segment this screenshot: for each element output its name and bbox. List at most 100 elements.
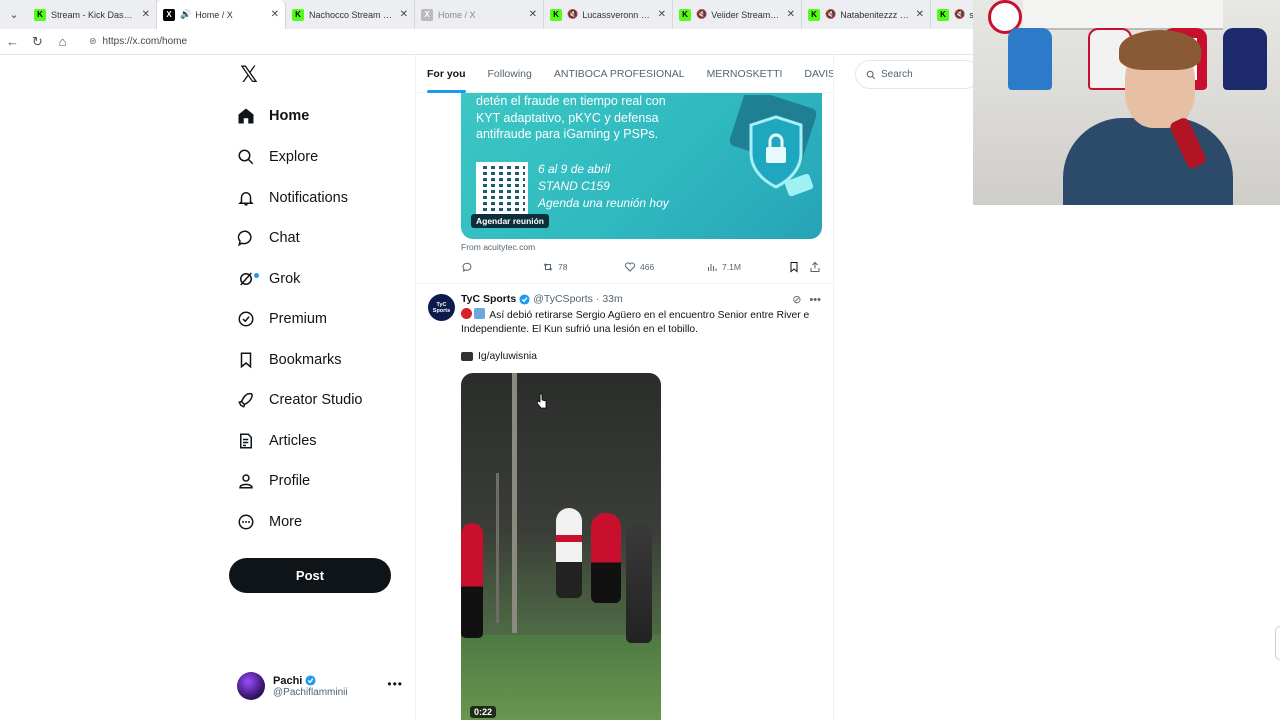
ad-source[interactable]: From acuitytec.com xyxy=(461,242,535,252)
muted-speaker-icon[interactable]: 🔇 xyxy=(825,9,836,20)
tab-following[interactable]: Following xyxy=(477,55,543,93)
verified-badge-icon xyxy=(237,310,255,328)
tweet-divider xyxy=(416,283,833,284)
tab-title: Veiider Stream - Watch xyxy=(711,9,780,20)
sidebar-item-premium[interactable]: Premium xyxy=(237,304,327,334)
tweet-timestamp[interactable]: · 33m xyxy=(596,293,623,305)
browser-window: ⌄ K Stream - Kick Dashboard ✕ X 🔊 Home /… xyxy=(0,0,1280,720)
site-info-icon[interactable]: ⊜ xyxy=(89,36,97,47)
video-frame-player xyxy=(556,508,582,598)
sidebar-item-grok[interactable]: Grok xyxy=(237,264,300,294)
account-handle: @Pachiflamminii xyxy=(273,686,348,698)
bell-icon xyxy=(237,189,255,207)
sidebar-item-bookmarks[interactable]: Bookmarks xyxy=(237,345,342,375)
muted-speaker-icon[interactable]: 🔇 xyxy=(567,9,578,20)
account-switcher[interactable]: Pachi @Pachiflamminii ••• xyxy=(237,671,409,701)
share-button[interactable] xyxy=(809,261,825,273)
tab-home-x-2[interactable]: X Home / X ✕ xyxy=(415,0,544,29)
video-duration: 0:22 xyxy=(470,706,497,718)
reply-button[interactable] xyxy=(461,261,477,273)
video-frame-player xyxy=(591,513,621,603)
reload-icon[interactable]: ↻ xyxy=(25,34,50,50)
speaker-icon[interactable]: 🔊 xyxy=(180,9,191,20)
muted-speaker-icon[interactable]: 🔇 xyxy=(696,9,707,20)
back-arrow-icon[interactable]: ← xyxy=(0,34,25,49)
scroll-handle[interactable] xyxy=(1275,626,1280,660)
verified-badge-icon xyxy=(519,293,530,305)
sidebar-item-label: More xyxy=(269,514,303,530)
close-icon[interactable]: ✕ xyxy=(529,9,537,20)
sidebar-item-chat[interactable]: Chat xyxy=(237,223,300,253)
tab-home-x[interactable]: X 🔊 Home / X ✕ xyxy=(157,0,286,29)
tab-nachocco[interactable]: K Nachocco Stream - Watch ✕ xyxy=(286,0,415,29)
tab-list-davis[interactable]: DAVIS xyxy=(793,55,833,93)
analytics-icon xyxy=(708,264,717,271)
ad-image[interactable]: detén el fraude en tiempo real con KYT a… xyxy=(461,93,822,239)
tab-natabenitezzz[interactable]: K 🔇 Natabenitezzz Stream ✕ xyxy=(802,0,931,29)
tab-list-antiboca[interactable]: ANTIBOCA PROFESIONAL xyxy=(543,55,696,93)
tweet-video[interactable]: 0:22 xyxy=(461,373,661,720)
avatar xyxy=(237,672,265,700)
more-horizontal-icon[interactable]: ••• xyxy=(387,677,403,691)
search-input[interactable]: Search xyxy=(855,60,980,89)
sidebar-item-home[interactable]: Home xyxy=(237,101,309,131)
qr-code-icon xyxy=(476,162,528,214)
navigation-bar: ← ↻ ⌂ ⊜ https://x.com/home xyxy=(0,29,975,55)
search-placeholder: Search xyxy=(881,69,913,80)
tab-title: Nachocco Stream - Watch xyxy=(309,9,394,20)
sidebar-item-more[interactable]: More xyxy=(237,507,302,537)
close-icon[interactable]: ✕ xyxy=(787,9,795,20)
feed-tabs: For you Following ANTIBOCA PROFESIONAL M… xyxy=(416,55,833,93)
sidebar-item-label: Chat xyxy=(269,230,300,246)
sidebar-item-label: Explore xyxy=(269,149,319,165)
ad-text-line: KYT adaptativo, pKYC y defensa xyxy=(476,110,659,125)
article-icon xyxy=(237,432,255,450)
chat-icon xyxy=(237,229,255,247)
ad-text-line: antifraude para iGaming y PSPs. xyxy=(476,127,659,141)
tab-veiider[interactable]: K 🔇 Veiider Stream - Watch ✕ xyxy=(673,0,802,29)
ad-cta-button[interactable]: Agendar reunión xyxy=(471,214,550,228)
webcam-person-hair xyxy=(1119,30,1201,70)
close-icon[interactable]: ✕ xyxy=(916,9,924,20)
close-icon[interactable]: ✕ xyxy=(400,9,408,20)
more-horizontal-icon[interactable]: ••• xyxy=(809,294,821,306)
sidebar-item-articles[interactable]: Articles xyxy=(237,426,317,456)
tab-search-button[interactable]: ⌄ xyxy=(0,0,28,29)
grok-icon[interactable]: ⊘ xyxy=(792,293,801,306)
bookmark-icon xyxy=(237,351,255,369)
avatar[interactable]: TyC Sports xyxy=(428,294,455,321)
views-button[interactable]: 7.1M xyxy=(706,261,741,273)
repost-button[interactable]: 78 xyxy=(542,261,567,273)
bookmark-icon xyxy=(790,262,798,273)
close-icon[interactable]: ✕ xyxy=(271,9,279,20)
close-icon[interactable]: ✕ xyxy=(658,9,666,20)
tab-list-mernosketti[interactable]: MERNOSKETTI xyxy=(696,55,794,93)
webcam-jersey xyxy=(1223,28,1267,90)
like-button[interactable]: 466 xyxy=(624,261,654,273)
sidebar-item-notifications[interactable]: Notifications xyxy=(237,183,348,213)
sidebar-item-creator-studio[interactable]: Creator Studio xyxy=(237,385,363,415)
ad-event-line: 6 al 9 de abril xyxy=(538,162,611,176)
bookmark-button[interactable] xyxy=(788,261,804,273)
sidebar-item-profile[interactable]: Profile xyxy=(237,466,310,496)
close-icon[interactable]: ✕ xyxy=(142,9,150,20)
x-logo-icon[interactable]: 𝕏 xyxy=(237,63,261,87)
home-icon[interactable]: ⌂ xyxy=(50,34,75,49)
post-button[interactable]: Post xyxy=(229,558,391,593)
like-count: 466 xyxy=(640,262,655,272)
sidebar-item-explore[interactable]: Explore xyxy=(237,142,318,172)
muted-speaker-icon[interactable]: 🔇 xyxy=(954,9,965,20)
webcam-shelf xyxy=(1023,0,1223,30)
tab-lucassveronn[interactable]: K 🔇 Lucassveronn Stream ✕ xyxy=(544,0,673,29)
tab-kick-dashboard[interactable]: K Stream - Kick Dashboard ✕ xyxy=(28,0,157,29)
kick-icon: K xyxy=(679,8,691,21)
tweet-author-name[interactable]: TyC Sports xyxy=(461,293,516,305)
tweet-author-handle[interactable]: @TyCSports xyxy=(533,293,593,305)
video-frame-pole xyxy=(496,473,499,623)
address-bar[interactable]: ⊜ https://x.com/home xyxy=(81,32,961,52)
search-icon xyxy=(237,148,255,166)
tab-overflow[interactable]: K 🔇 s xyxy=(931,0,979,29)
tab-for-you[interactable]: For you xyxy=(416,55,477,93)
webcam-person-body xyxy=(1063,118,1233,205)
account-name: Pachi xyxy=(273,674,303,687)
